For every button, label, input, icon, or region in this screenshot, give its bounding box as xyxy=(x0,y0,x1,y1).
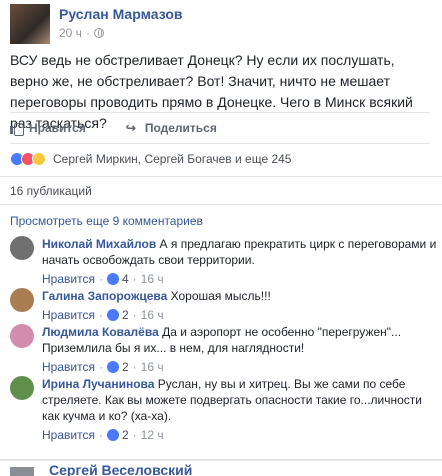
shares-count[interactable]: 16 публикаций xyxy=(10,184,92,198)
share-button[interactable]: ↪ Поделиться xyxy=(126,121,217,135)
author-name[interactable]: Руслан Мармазов xyxy=(59,6,182,22)
comment-body: Галина Запорожцева Хорошая мысль!!! Нрав… xyxy=(42,288,442,322)
like-label: Нравится xyxy=(29,121,86,135)
comment-like-link[interactable]: Нравится xyxy=(42,272,95,286)
commenter-avatar[interactable] xyxy=(10,288,34,312)
reactors-names[interactable]: Сергей Миркин, Сергей Богачев и еще 245 xyxy=(53,152,291,166)
post-meta: 20 ч · xyxy=(59,26,104,40)
view-more-comments[interactable]: Просмотреть еще 9 комментариев xyxy=(10,214,203,228)
comment-meta: Нравится · 4 · 16 ч xyxy=(42,272,164,286)
comment-like-count[interactable]: 4 xyxy=(122,272,129,286)
next-author-avatar[interactable] xyxy=(10,467,34,476)
commenter-avatar[interactable] xyxy=(10,236,34,260)
comment-body: Николай Михайлов А я предлагаю прекратит… xyxy=(42,236,442,286)
globe-icon[interactable] xyxy=(93,28,104,38)
commenter-name[interactable]: Ирина Лучанинова xyxy=(42,377,154,391)
comment-like-count[interactable]: 2 xyxy=(122,308,129,322)
reactions-summary[interactable]: Сергей Миркин, Сергей Богачев и еще 245 xyxy=(10,150,291,168)
like-icon xyxy=(106,429,119,441)
comment-like-link[interactable]: Нравится xyxy=(42,360,95,374)
comment-text: Хорошая мысль!!! xyxy=(170,289,271,303)
comment-meta: Нравится · 2 · 12 ч xyxy=(42,428,164,442)
like-icon xyxy=(106,273,119,285)
post-action-bar: Нравится ↪ Поделиться xyxy=(10,112,430,144)
comment-body: Ирина Лучанинова Руслан, ну вы и хитрец.… xyxy=(42,376,442,442)
comment-time[interactable]: 16 ч xyxy=(141,308,164,322)
post-time[interactable]: 20 ч xyxy=(59,26,82,40)
post-card: Руслан Мармазов 20 ч · ВСУ ведь не обстр… xyxy=(0,0,442,460)
comment-body: Людмила Ковалёва Да и аэропорт не особен… xyxy=(42,324,442,374)
haha-icon xyxy=(32,152,46,166)
next-author-name[interactable]: Сергей Веселовский xyxy=(49,462,192,476)
next-post-card: Сергей Веселовский xyxy=(0,461,442,476)
comment-time[interactable]: 16 ч xyxy=(141,272,164,286)
like-icon xyxy=(106,309,119,321)
thumbs-up-icon xyxy=(10,122,24,136)
author-avatar[interactable] xyxy=(10,4,50,44)
divider xyxy=(0,204,442,205)
commenter-name[interactable]: Людмила Ковалёва xyxy=(42,325,159,339)
divider xyxy=(0,176,442,177)
share-label: Поделиться xyxy=(144,121,217,135)
commenter-name[interactable]: Николай Михайлов xyxy=(42,237,156,251)
dot-separator: · xyxy=(85,26,90,40)
comment-like-count[interactable]: 2 xyxy=(122,428,129,442)
share-icon: ↪ xyxy=(125,121,136,135)
like-button[interactable]: Нравится xyxy=(10,121,86,136)
comment-meta: Нравится · 2 · 16 ч xyxy=(42,360,164,374)
commenter-avatar[interactable] xyxy=(10,324,34,348)
comment-time[interactable]: 12 ч xyxy=(141,428,164,442)
comment-time[interactable]: 16 ч xyxy=(141,360,164,374)
commenter-avatar[interactable] xyxy=(10,376,34,400)
comment-like-link[interactable]: Нравится xyxy=(42,428,95,442)
comment-meta: Нравится · 2 · 16 ч xyxy=(42,308,164,322)
commenter-name[interactable]: Галина Запорожцева xyxy=(42,289,167,303)
like-icon xyxy=(106,361,119,373)
comment-like-link[interactable]: Нравится xyxy=(42,308,95,322)
comment-like-count[interactable]: 2 xyxy=(122,360,129,374)
